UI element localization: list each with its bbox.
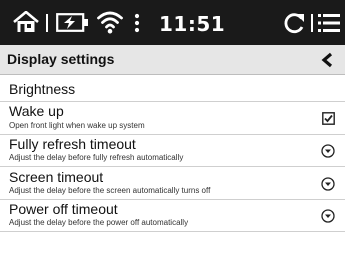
- setting-title: Screen timeout: [9, 169, 104, 185]
- header-bar: Display settings: [0, 45, 345, 75]
- chevron-left-icon[interactable]: [320, 52, 334, 68]
- menu-dots-icon[interactable]: [134, 13, 140, 33]
- dropdown-circle-icon[interactable]: [321, 144, 335, 158]
- setting-title: Wake up: [9, 103, 64, 119]
- setting-title: Power off timeout: [9, 201, 118, 217]
- checkbox-checked-icon[interactable]: [322, 112, 335, 125]
- wifi-icon: [97, 11, 123, 34]
- page-title: Display settings: [7, 51, 115, 67]
- setting-subtitle: Adjust the delay before fully refresh au…: [9, 153, 184, 162]
- setting-wake-up[interactable]: Wake up Open front light when wake up sy…: [0, 102, 345, 135]
- setting-subtitle: Adjust the delay before the power off au…: [9, 218, 189, 227]
- setting-fully-refresh-timeout[interactable]: Fully refresh timeout Adjust the delay b…: [0, 135, 345, 167]
- refresh-icon[interactable]: [282, 12, 306, 34]
- setting-title: Fully refresh timeout: [9, 136, 136, 152]
- settings-list: Brightness Wake up Open front light when…: [0, 75, 345, 232]
- battery-charging-icon: [56, 13, 88, 32]
- setting-subtitle: Adjust the delay before the screen autom…: [9, 186, 211, 195]
- dropdown-circle-icon[interactable]: [321, 209, 335, 223]
- setting-subtitle: Open front light when wake up system: [9, 121, 145, 130]
- status-time: 11:51: [159, 12, 226, 36]
- list-menu-icon[interactable]: [318, 12, 340, 34]
- status-divider: [311, 14, 313, 32]
- setting-screen-timeout[interactable]: Screen timeout Adjust the delay before t…: [0, 167, 345, 200]
- setting-title: Brightness: [9, 81, 76, 97]
- dropdown-circle-icon[interactable]: [321, 177, 335, 191]
- home-icon[interactable]: [13, 11, 39, 33]
- setting-power-off-timeout[interactable]: Power off timeout Adjust the delay befor…: [0, 200, 345, 232]
- setting-brightness[interactable]: Brightness: [0, 75, 345, 102]
- status-divider: [46, 14, 48, 32]
- status-bar: 11:51: [0, 0, 345, 45]
